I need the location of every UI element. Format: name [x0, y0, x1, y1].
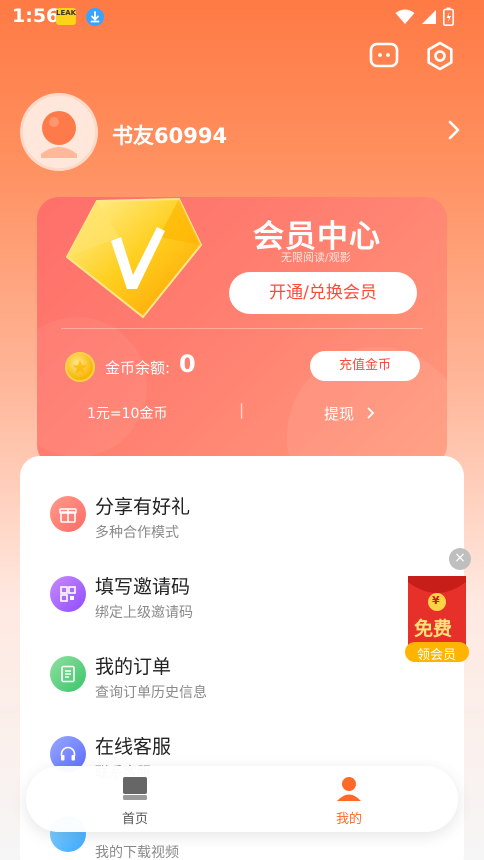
- menu-item-desc: 多种合作模式: [95, 525, 179, 541]
- coin-icon: [65, 352, 95, 382]
- nav-home[interactable]: 首页: [100, 774, 170, 827]
- username: 书友60994: [112, 124, 228, 148]
- exchange-rate: 1元=10金币: [87, 406, 168, 422]
- nav-label: 首页: [121, 812, 148, 827]
- chevron-right-icon[interactable]: [446, 119, 462, 145]
- signal-icon: [421, 9, 437, 29]
- free-vip-red-packet[interactable]: ¥ 免费 领会员: [405, 574, 469, 664]
- withdraw-link[interactable]: 提现: [324, 403, 377, 424]
- app-badge-icon: LEAK: [56, 8, 76, 25]
- gift-icon: [50, 496, 86, 532]
- promo-big-text: 免费: [414, 618, 453, 640]
- nav-mine[interactable]: 我的: [314, 774, 384, 827]
- download-icon: [86, 8, 104, 26]
- menu-item-desc: 绑定上级邀请码: [95, 605, 193, 621]
- order-list-icon: [50, 656, 86, 692]
- coin-balance-value: 0: [179, 350, 196, 378]
- settings-icon[interactable]: [424, 40, 456, 72]
- profile-header[interactable]: 书友60994: [20, 93, 464, 171]
- menu-item-title: 分享有好礼: [95, 496, 191, 518]
- currency-symbol: ¥: [432, 594, 440, 607]
- battery-icon: [443, 7, 454, 30]
- promo-small-text: 领会员: [417, 648, 457, 663]
- status-time: 1:56: [12, 5, 60, 27]
- chevron-right-icon: [359, 405, 377, 423]
- menu-item-title: 我的订单: [95, 656, 172, 678]
- status-bar: 1:56 LEAK: [0, 0, 484, 34]
- vip-center-card: 会员中心 无限阅读/观影 开通/兑换会员 金币余额: 0 充值金币 1元=10金…: [37, 197, 447, 467]
- divider: [61, 328, 423, 329]
- menu-item-orders[interactable]: 我的订单 查询订单历史信息: [20, 636, 464, 716]
- avatar[interactable]: [20, 93, 98, 171]
- recharge-coins-button[interactable]: 充值金币: [310, 351, 420, 381]
- vip-gem-icon: [59, 197, 204, 322]
- wifi-icon: [395, 9, 415, 29]
- menu-item-invite-code[interactable]: 填写邀请码 绑定上级邀请码: [20, 556, 464, 636]
- book-icon: [120, 774, 150, 804]
- menu-item-desc: 查询订单历史信息: [95, 685, 207, 701]
- card-decoration: [37, 317, 147, 457]
- header-actions: [368, 40, 456, 72]
- open-vip-button[interactable]: 开通/兑换会员: [229, 272, 417, 314]
- bottom-nav: 首页 我的: [26, 766, 458, 832]
- close-promo-button[interactable]: ×: [449, 548, 471, 570]
- coin-balance-label: 金币余额:: [105, 359, 171, 377]
- withdraw-label: 提现: [324, 405, 355, 423]
- menu-item-desc: 我的下载视频: [95, 845, 179, 860]
- menu-item-title: 填写邀请码: [95, 576, 191, 598]
- menu-item-title: 在线客服: [95, 736, 172, 758]
- nav-label: 我的: [335, 812, 362, 827]
- qrcode-icon: [50, 576, 86, 612]
- user-icon: [334, 774, 364, 804]
- vip-subtitle: 无限阅读/观影: [281, 251, 351, 264]
- message-icon[interactable]: [368, 40, 400, 72]
- coin-balance-row: 金币余额: 0 充值金币: [65, 349, 420, 385]
- separator: |: [239, 401, 245, 419]
- menu-item-share[interactable]: 分享有好礼 多种合作模式: [20, 476, 464, 556]
